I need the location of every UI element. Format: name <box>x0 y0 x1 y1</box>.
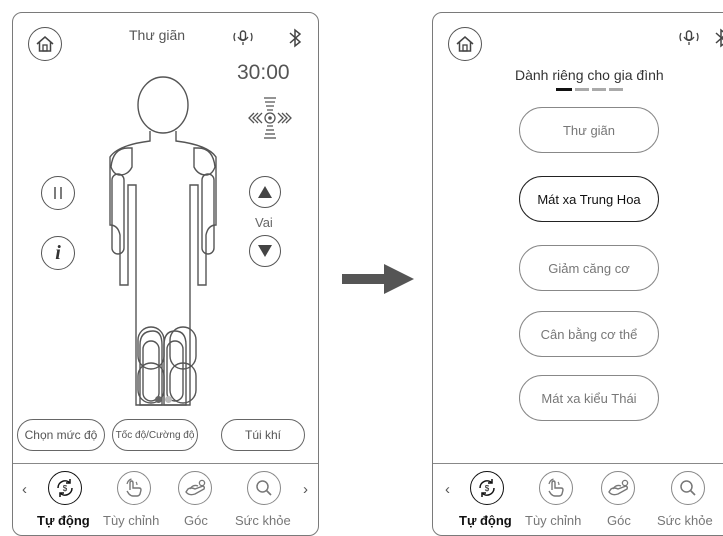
nav-item-auto[interactable]: $ Tự động <box>35 471 95 531</box>
page-dot <box>165 396 172 403</box>
nav-item-custom[interactable]: Tùy chỉnh <box>101 471 163 531</box>
page-indicator <box>556 88 626 91</box>
position-down-button[interactable] <box>249 235 281 267</box>
home-icon <box>36 36 54 52</box>
voice-icon[interactable] <box>677 29 701 47</box>
auto-cycle-icon: $ <box>470 471 504 505</box>
hand-icon <box>117 471 151 505</box>
recline-icon <box>601 471 635 505</box>
nav-item-custom[interactable]: Tùy chỉnh <box>523 471 585 531</box>
search-health-icon <box>671 471 705 505</box>
program-body-balance-button[interactable]: Cân bằng cơ thể <box>519 311 659 357</box>
family-programs-heading: Dành riêng cho gia đình <box>515 67 664 83</box>
bluetooth-icon[interactable] <box>287 28 303 48</box>
home-icon <box>456 36 474 52</box>
page-dot-active <box>155 396 162 403</box>
triangle-up-icon <box>258 186 272 198</box>
left-phone-screen: Thư giãn 30:00 i Vai Chọn mức độ Tốc độ/… <box>12 12 319 536</box>
airbag-button[interactable]: Túi khí <box>221 419 305 451</box>
pause-icon <box>54 187 62 199</box>
recline-icon <box>178 471 212 505</box>
program-thai-massage-button[interactable]: Mát xa kiểu Thái <box>519 375 659 421</box>
nav-divider <box>13 463 318 464</box>
home-button[interactable] <box>448 27 482 61</box>
svg-text:$: $ <box>485 484 490 493</box>
leg-pads <box>137 326 197 404</box>
position-up-button[interactable] <box>249 176 281 208</box>
voice-icon[interactable] <box>231 29 255 47</box>
auto-cycle-icon: $ <box>48 471 82 505</box>
timer-display: 30:00 <box>237 61 290 84</box>
right-phone-screen: Dành riêng cho gia đình Thư giãn Mát xa … <box>432 12 723 536</box>
info-button[interactable]: i <box>41 236 75 270</box>
nav-item-health[interactable]: Sức khỏe <box>655 471 723 531</box>
search-health-icon <box>247 471 281 505</box>
nav-item-angle[interactable]: Góc <box>596 471 646 531</box>
home-button[interactable] <box>28 27 62 61</box>
transition-arrow-icon <box>342 264 414 294</box>
bluetooth-icon[interactable] <box>713 28 723 48</box>
nav-prev-arrow[interactable]: ‹ <box>22 481 27 498</box>
position-label: Vai <box>255 215 273 230</box>
hand-icon <box>539 471 573 505</box>
program-title: Thư giãn <box>129 27 186 43</box>
program-muscle-relief-button[interactable]: Giảm căng cơ <box>519 245 659 291</box>
nav-divider <box>433 463 723 464</box>
nav-item-auto[interactable]: $ Tự động <box>457 471 517 531</box>
select-level-button[interactable]: Chọn mức độ <box>17 419 105 451</box>
svg-text:$: $ <box>63 484 68 493</box>
nav-item-health[interactable]: Sức khỏe <box>231 471 301 531</box>
pause-button[interactable] <box>41 176 75 210</box>
nav-prev-arrow[interactable]: ‹ <box>445 481 450 498</box>
speed-intensity-button[interactable]: Tốc độ/Cường độ <box>112 419 198 451</box>
program-relax-button[interactable]: Thư giãn <box>519 107 659 153</box>
program-chinese-massage-button[interactable]: Mát xa Trung Hoa <box>519 176 659 222</box>
position-adjust-icon[interactable] <box>245 93 295 143</box>
info-icon: i <box>55 241 61 264</box>
triangle-down-icon <box>258 245 272 257</box>
nav-next-arrow[interactable]: › <box>303 481 308 498</box>
nav-item-angle[interactable]: Góc <box>173 471 223 531</box>
